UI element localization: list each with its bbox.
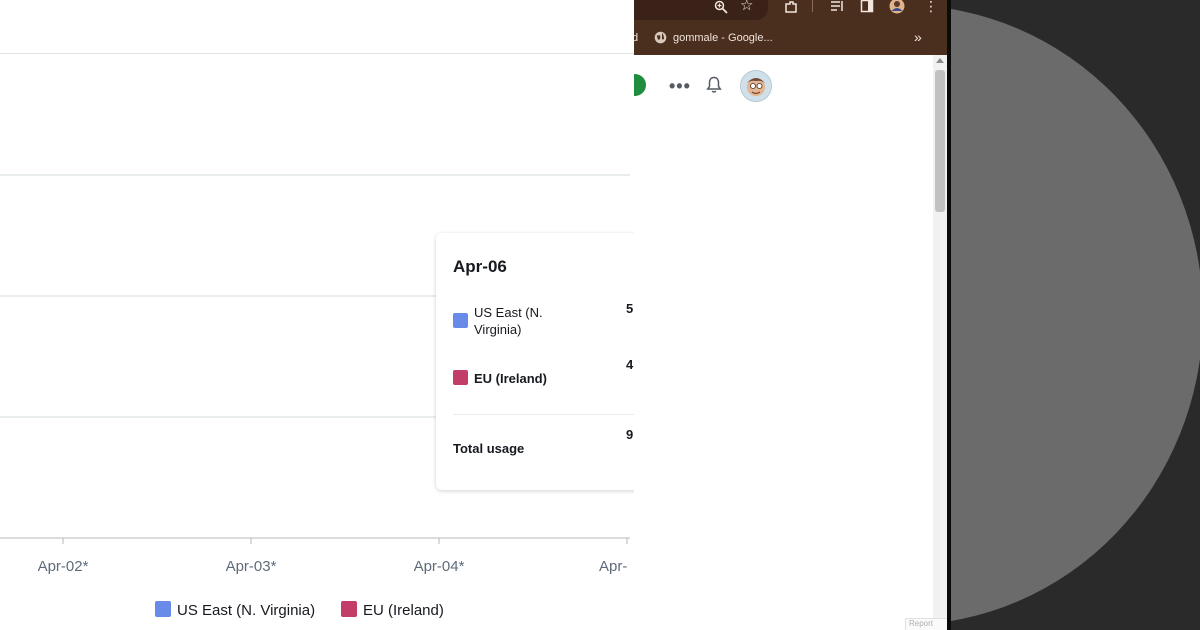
- tooltip-value-eu-ireland: 4: [626, 357, 634, 372]
- status-dot[interactable]: [634, 74, 646, 96]
- bookmark-gommale[interactable]: gommale - Google...: [673, 32, 773, 44]
- browser-toolbar: ☆ ⋮: [634, 0, 947, 22]
- x-tick-label: Apr-03*: [226, 558, 277, 575]
- toolbar-separator: [812, 0, 813, 12]
- more-horizontal-icon[interactable]: •••: [669, 76, 691, 97]
- tooltip-label-us-east: US East (N. Virginia): [474, 304, 543, 338]
- address-bar[interactable]: ☆: [634, 0, 768, 20]
- reading-list-icon[interactable]: [830, 0, 844, 15]
- x-tick-label: Apr-04*: [414, 558, 465, 575]
- tooltip-value-us-east: 5: [626, 301, 634, 316]
- tooltip-swatch-us-east: [453, 313, 468, 328]
- star-icon[interactable]: ☆: [740, 0, 753, 13]
- tooltip-label-line: US East (N.: [474, 305, 543, 320]
- chart-legend: US East (N. Virginia) EU (Ireland): [155, 601, 444, 619]
- tooltip-label-line: Virginia): [474, 322, 522, 337]
- legend-item-eu-ireland[interactable]: EU (Ireland): [341, 601, 444, 619]
- scrollbar-thumb[interactable]: [935, 70, 945, 212]
- chart-panel: Apr-02* Apr-03* Apr-04* Apr- US East (N.…: [0, 0, 634, 630]
- bookmark-partial[interactable]: d: [634, 32, 638, 44]
- side-panel-icon[interactable]: [860, 0, 874, 15]
- globe-icon: [654, 31, 667, 46]
- tooltip-divider: [453, 414, 634, 415]
- chevron-double-right-icon[interactable]: »: [914, 30, 922, 44]
- extensions-icon[interactable]: [784, 0, 798, 16]
- scroll-up-arrow-icon[interactable]: [936, 58, 944, 63]
- legend-label: US East (N. Virginia): [177, 602, 315, 619]
- legend-swatch: [155, 601, 171, 617]
- bookmarks-bar: d gommale - Google... »: [634, 22, 947, 55]
- legend-item-us-east[interactable]: US East (N. Virginia): [155, 601, 315, 619]
- legend-swatch: [341, 601, 357, 617]
- x-tick-label: Apr-02*: [38, 558, 89, 575]
- tooltip-total-value: 9: [626, 427, 634, 442]
- chart-tooltip: Apr-06 US East (N. Virginia) 5 EU (Irela…: [436, 233, 634, 490]
- tooltip-swatch-eu-ireland: [453, 370, 468, 385]
- x-axis-ticks: Apr-02* Apr-03* Apr-04* Apr-: [38, 538, 628, 575]
- tooltip-label-eu-ireland: EU (Ireland): [474, 371, 547, 386]
- avatar[interactable]: [740, 70, 772, 102]
- more-vert-icon[interactable]: ⋮: [924, 0, 938, 13]
- feedback-button[interactable]: Report: [905, 618, 947, 630]
- tooltip-total-label: Total usage: [453, 441, 525, 456]
- browser-window: ☆ ⋮ d gommale - Google... » ••• Report: [634, 0, 947, 630]
- x-tick-label: Apr-: [599, 558, 627, 575]
- zoom-icon[interactable]: [714, 0, 728, 16]
- desktop-background: [951, 0, 1200, 630]
- bell-icon[interactable]: [706, 76, 722, 99]
- legend-label: EU (Ireland): [363, 602, 444, 619]
- tooltip-title: Apr-06: [453, 257, 507, 276]
- profile-icon[interactable]: [889, 0, 905, 16]
- wallpaper-circle: [951, 5, 1200, 625]
